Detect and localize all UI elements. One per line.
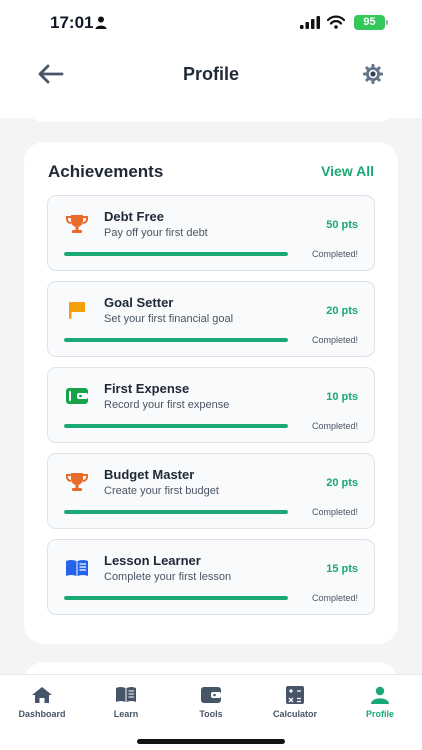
tab-tools[interactable]: Tools: [169, 675, 253, 727]
status-time: 17:01: [50, 13, 94, 32]
achievement-points: 10 pts: [326, 391, 358, 403]
tab-learn[interactable]: Learn: [84, 675, 168, 727]
achievement-status: Completed!: [311, 335, 358, 345]
achievements-card: Achievements View All Debt Free Pay off …: [24, 142, 398, 644]
home-indicator: [137, 739, 285, 744]
tab-label: Profile: [365, 709, 394, 719]
home-icon: [32, 687, 52, 703]
achievement-progress-bar: [64, 596, 288, 600]
achievement-progress-fill: [64, 338, 288, 342]
achievement-name: Lesson Learner: [104, 553, 201, 568]
achievement-progress-fill: [64, 510, 288, 514]
tab-calculator[interactable]: Calculator: [253, 675, 337, 727]
achievements-title: Achievements: [48, 162, 164, 181]
page-title: Profile: [182, 64, 239, 84]
achievement-item[interactable]: Lesson Learner Complete your first lesso…: [47, 539, 375, 615]
tab-label: Dashboard: [18, 709, 66, 719]
achievement-name: First Expense: [104, 381, 190, 396]
signal-icon: [300, 16, 320, 29]
battery-indicator: 95: [354, 15, 388, 30]
wallet-icon: [66, 388, 88, 404]
achievement-progress-fill: [64, 596, 288, 600]
achievement-description: Complete your first lesson: [104, 571, 232, 583]
trophy-icon: [66, 473, 88, 491]
achievement-points: 20 pts: [326, 305, 358, 317]
achievement-points: 15 pts: [326, 563, 358, 575]
achievement-item[interactable]: Debt Free Pay off your first debt 50 pts…: [47, 195, 375, 271]
wifi-icon: [327, 15, 345, 29]
wallet-icon: [201, 687, 221, 703]
achievement-status: Completed!: [311, 421, 358, 431]
book-icon: [66, 560, 88, 576]
achievement-status: Completed!: [311, 593, 358, 603]
achievement-item[interactable]: Budget Master Create your first budget 2…: [47, 453, 375, 529]
profile-card-bottom: [24, 100, 398, 122]
achievement-status: Completed!: [311, 507, 358, 517]
battery-level: 95: [363, 16, 376, 28]
achievement-description: Record your first expense: [104, 399, 230, 411]
achievement-progress-bar: [64, 338, 288, 342]
achievement-name: Goal Setter: [104, 295, 174, 310]
achievement-progress-fill: [64, 424, 288, 428]
gear-icon[interactable]: [362, 63, 384, 85]
calculator-icon: [286, 686, 304, 704]
achievement-status: Completed!: [311, 249, 358, 259]
tab-dashboard[interactable]: Dashboard: [0, 675, 84, 727]
flag-icon: [69, 302, 85, 319]
status-bar: 17:01 95: [0, 0, 422, 46]
tab-label: Calculator: [272, 709, 317, 719]
tab-label: Tools: [199, 709, 223, 719]
achievement-progress-bar: [64, 424, 288, 428]
achievement-progress-bar: [64, 252, 288, 256]
achievement-progress-fill: [64, 252, 288, 256]
tab-label: Learn: [113, 709, 139, 719]
achievement-points: 20 pts: [326, 477, 358, 489]
book-open-icon: [116, 687, 136, 702]
achievement-description: Create your first budget: [104, 485, 219, 497]
achievement-description: Pay off your first debt: [104, 227, 208, 239]
tab-profile[interactable]: Profile: [338, 675, 422, 727]
person-icon: [95, 16, 107, 29]
achievement-description: Set your first financial goal: [104, 313, 234, 325]
achievement-name: Debt Free: [104, 209, 164, 224]
view-all-link[interactable]: View All: [321, 163, 374, 179]
achievement-points: 50 pts: [326, 219, 358, 231]
achievement-item[interactable]: First Expense Record your first expense …: [47, 367, 375, 443]
achievement-progress-bar: [64, 510, 288, 514]
trophy-icon: [66, 215, 88, 233]
achievement-name: Budget Master: [104, 467, 195, 482]
achievement-item[interactable]: Goal Setter Set your first financial goa…: [47, 281, 375, 357]
user-icon: [371, 686, 389, 704]
